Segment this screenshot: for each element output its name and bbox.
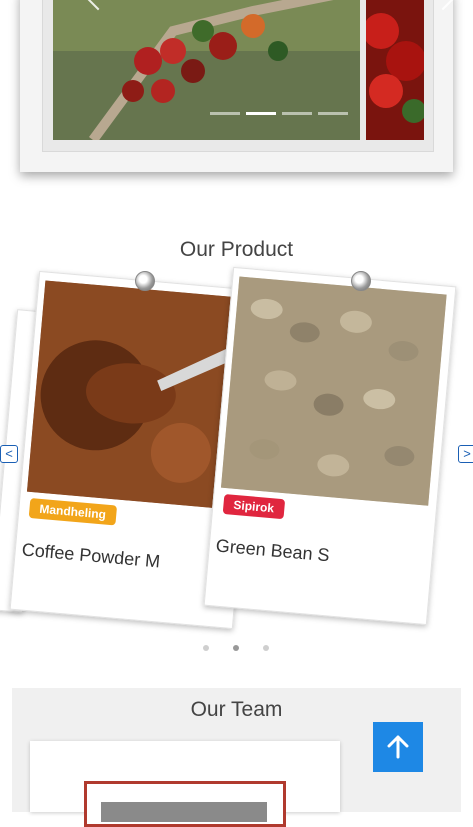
team-photo-image [101,802,267,822]
team-section-title: Our Team [190,698,283,721]
hero-indicator[interactable] [318,112,348,115]
back-to-top-button[interactable] [373,722,423,772]
pin-icon [351,271,371,291]
product-section-title: Our Product [179,238,294,261]
pagination-dot[interactable] [203,645,209,651]
hero-indicator-active[interactable] [246,112,276,115]
product-name[interactable]: Green Bean S [215,535,330,566]
coffee-cherries-image [53,0,360,140]
pagination-dot[interactable] [263,645,269,651]
hero-slider [20,0,455,172]
hero-slide-coffee-branch[interactable] [53,0,360,140]
product-pagination [203,645,269,651]
hero-slide-red-cherries[interactable] [366,0,424,140]
pagination-dot-active[interactable] [233,645,239,651]
team-card[interactable] [30,741,340,827]
product-card[interactable]: Sipirok Green Bean S [203,266,457,626]
hero-indicator[interactable] [282,112,312,115]
team-photo [84,781,286,827]
hero-slider-viewport [42,0,455,152]
product-badge: Sipirok [222,493,285,520]
product-badge: Mandheling [28,497,117,526]
product-name[interactable]: Coffee Powder M [21,539,161,572]
carousel-prev-button[interactable]: < [0,445,18,463]
carousel-next-button[interactable]: > [458,445,473,463]
green-bean-image [220,276,447,506]
pin-icon [135,271,155,291]
hero-indicator[interactable] [210,112,240,115]
arrow-up-icon [387,735,409,759]
hero-next-arrow-icon[interactable] [431,0,455,11]
product-carousel: Mandheling Coffee Powder M Sipirok Green… [0,266,473,630]
hero-indicators [210,112,348,115]
red-cherries-image [366,0,424,140]
